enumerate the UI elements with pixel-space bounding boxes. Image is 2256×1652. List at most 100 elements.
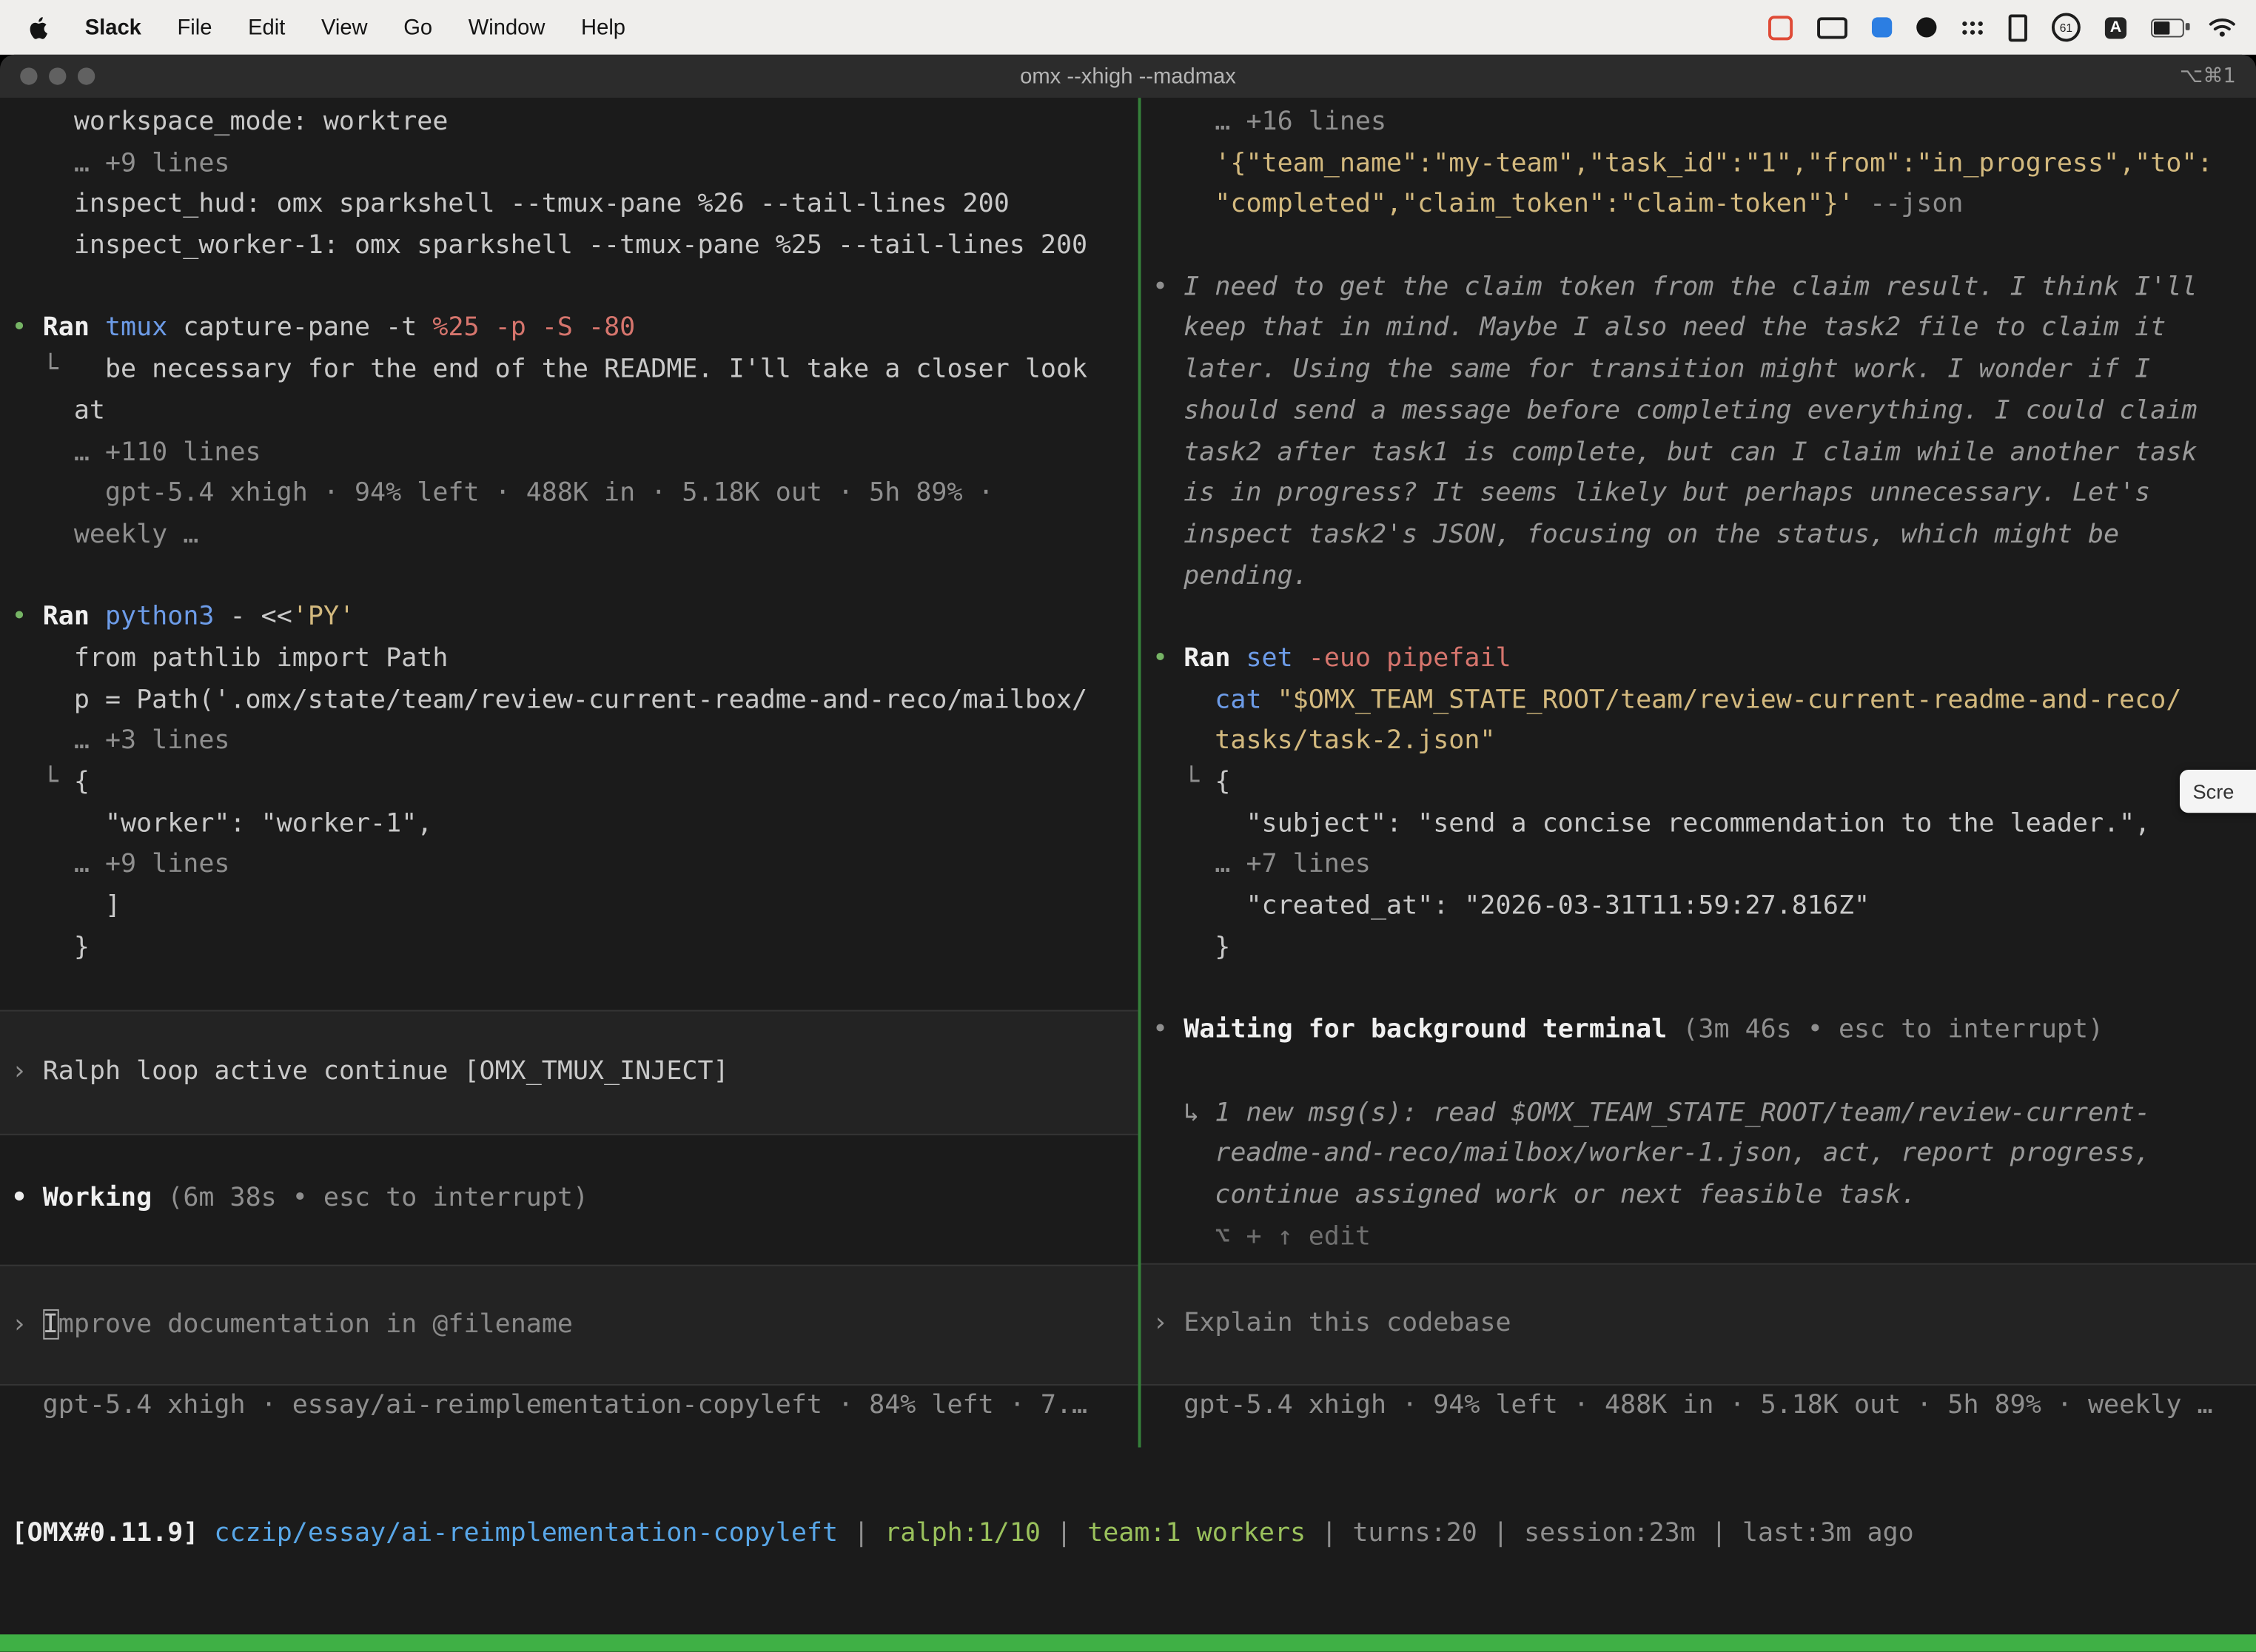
screen: Slack File Edit View Go Window Help 61 A (0, 0, 2256, 1652)
terminal-line: at (0, 391, 1138, 432)
terminal-line: • Working (6m 38s • esc to interrupt) (0, 1178, 1138, 1220)
terminal-line: "created_at": "2026-03-31T11:59:27.816Z" (1141, 887, 2256, 928)
terminal-line: tasks/task-2.json" (1141, 721, 2256, 762)
terminal-line: "completed","claim_token":"claim-token"}… (1141, 185, 2256, 226)
menu-view[interactable]: View (321, 15, 368, 39)
terminal-line: ] (0, 887, 1138, 928)
terminal-line: should send a message before completing … (1141, 391, 2256, 432)
terminal-line: • I need to get the claim token from the… (1141, 267, 2256, 309)
terminal-window: omx --xhigh --madmax ⌥⌘1 workspace_mode:… (0, 55, 2256, 1652)
tmux-session-label: [omx-cczip0:bash* (12, 1651, 262, 1652)
dots-grid-icon[interactable] (1961, 19, 1984, 35)
app-icon-dark[interactable] (1916, 17, 1936, 37)
terminal-line: ↳ 1 new msg(s): read $OMX_TEAM_STATE_ROO… (1141, 1092, 2256, 1134)
working-status-row: • Working (6m 38s • esc to interrupt) (0, 1178, 1138, 1220)
window-title: omx --xhigh --madmax (0, 64, 2256, 89)
apple-menu-icon[interactable] (29, 15, 49, 39)
terminal-line: weekly … (0, 515, 1138, 557)
terminal-line: '{"team_name":"my-team","task_id":"1","f… (1141, 144, 2256, 185)
terminal-line: p = Path('.omx/state/team/review-current… (0, 680, 1138, 722)
terminal-line: from pathlib import Path (0, 639, 1138, 680)
terminal-line (1141, 226, 2256, 267)
terminal-line (0, 556, 1138, 597)
device-icon[interactable] (2009, 13, 2027, 41)
terminal-line (1141, 969, 2256, 1010)
terminal-line: inspect_hud: omx sparkshell --tmux-pane … (0, 185, 1138, 226)
tmux-pane-left[interactable]: workspace_mode: worktree … +9 lines insp… (0, 98, 1138, 1447)
terminal-line: gpt-5.4 xhigh · 94% left · 488K in · 5.1… (1141, 1386, 2256, 1427)
terminal-line: cat "$OMX_TEAM_STATE_ROOT/team/review-cu… (1141, 680, 2256, 722)
left-pane-footer: gpt-5.4 xhigh · essay/ai-reimplementatio… (0, 1386, 1138, 1427)
terminal-content: workspace_mode: worktree … +9 lines insp… (0, 98, 2256, 1651)
terminal-line: later. Using the same for transition mig… (1141, 350, 2256, 392)
terminal-line: gpt-5.4 xhigh · 94% left · 488K in · 5.1… (0, 474, 1138, 515)
terminal-line: └ { (1141, 762, 2256, 804)
window-shortcut-badge: ⌥⌘1 (2180, 64, 2236, 87)
terminal-line: inspect_worker-1: omx sparkshell --tmux-… (0, 226, 1138, 267)
menu-file[interactable]: File (177, 15, 212, 39)
terminal-line: continue assigned work or next feasible … (1141, 1175, 2256, 1217)
battery-percentage: 61 (2060, 21, 2072, 33)
terminal-line: ⌥ + ↑ edit (1141, 1217, 2256, 1258)
terminal-line: • Waiting for background terminal (3m 46… (1141, 1010, 2256, 1052)
terminal-line: "worker": "worker-1", (0, 804, 1138, 845)
terminal-line: … +9 lines (0, 144, 1138, 185)
omx-status-line: [OMX#0.11.9] cczip/essay/ai-reimplementa… (0, 1514, 2256, 1555)
keyboard-icon[interactable] (1817, 16, 1847, 38)
menu-bar: Slack File Edit View Go Window Help 61 A (0, 0, 2256, 55)
terminal-line: readme-and-reco/mailbox/worker-1.json, a… (1141, 1134, 2256, 1175)
terminal-line: › Improve documentation in @filename (0, 1304, 1138, 1346)
terminal-line: gpt-5.4 xhigh · essay/ai-reimplementatio… (0, 1386, 1138, 1427)
screen-recording-icon[interactable] (1768, 15, 1793, 39)
tmux-pane-right[interactable]: … +16 lines '{"team_name":"my-team","tas… (1141, 98, 2256, 1447)
terminal-line: } (0, 927, 1138, 969)
left-pane-scrollback: workspace_mode: worktree … +9 lines insp… (0, 102, 1138, 1010)
terminal-line: └ { (0, 762, 1138, 804)
terminal-line: is in progress? It seems likely but perh… (1141, 474, 2256, 515)
menu-window[interactable]: Window (469, 15, 545, 39)
terminal-line: … +7 lines (1141, 845, 2256, 887)
terminal-line: keep that in mind. Maybe I also need the… (1141, 309, 2256, 350)
terminal-line: … +3 lines (0, 721, 1138, 762)
terminal-line (0, 969, 1138, 1010)
tmux-status-bar: [omx-cczip0:bash* "MacBook-Pro-44.local"… (0, 1634, 2256, 1651)
menu-status-area: 61 A (1768, 13, 2256, 41)
screenshot-notification[interactable]: Scre (2180, 770, 2256, 813)
input-source-icon[interactable]: A (2105, 16, 2126, 38)
menu-left: Slack File Edit View Go Window Help (0, 15, 625, 39)
tmux-host-clock: "MacBook-Pro-44.local" 05:03 31-Mar-26 (1685, 1651, 2244, 1652)
terminal-line (1141, 1052, 2256, 1093)
terminal-line: … +16 lines (1141, 102, 2256, 144)
app-menu-slack[interactable]: Slack (85, 15, 141, 39)
ralph-loop-row: › Ralph loop active continue [OMX_TMUX_I… (0, 1010, 1138, 1135)
battery-icon[interactable] (2151, 18, 2184, 36)
terminal-line: inspect task2's JSON, focusing on the st… (1141, 515, 2256, 557)
terminal-line: task2 after task1 is complete, but can I… (1141, 432, 2256, 474)
terminal-line: › Explain this codebase (1141, 1304, 2256, 1346)
menu-edit[interactable]: Edit (248, 15, 285, 39)
terminal-line: pending. (1141, 556, 2256, 597)
terminal-line: • Ran python3 - <<'PY' (0, 597, 1138, 639)
terminal-line: … +9 lines (0, 845, 1138, 887)
terminal-line: [OMX#0.11.9] cczip/essay/ai-reimplementa… (0, 1514, 2256, 1555)
window-titlebar[interactable]: omx --xhigh --madmax ⌥⌘1 (0, 55, 2256, 99)
terminal-line: } (1141, 927, 2256, 969)
terminal-line: › Ralph loop active continue [OMX_TMUX_I… (0, 1052, 1138, 1093)
terminal-line: • Ran set -euo pipefail (1141, 639, 2256, 680)
terminal-line: workspace_mode: worktree (0, 102, 1138, 144)
left-composer-input[interactable]: › Improve documentation in @filename (0, 1264, 1138, 1386)
right-pane-scrollback: … +16 lines '{"team_name":"my-team","tas… (1141, 102, 2256, 1258)
terminal-line (0, 267, 1138, 309)
right-pane-footer: gpt-5.4 xhigh · 94% left · 488K in · 5.1… (1141, 1386, 2256, 1427)
wifi-icon[interactable] (2209, 17, 2236, 37)
menu-go[interactable]: Go (403, 15, 432, 39)
right-composer-input[interactable]: › Explain this codebase (1141, 1263, 2256, 1386)
battery-gauge-icon[interactable]: 61 (2052, 13, 2081, 41)
terminal-line: "subject": "send a concise recommendatio… (1141, 804, 2256, 845)
menu-help[interactable]: Help (581, 15, 625, 39)
terminal-line: └ be necessary for the end of the README… (0, 350, 1138, 392)
terminal-line: … +110 lines (0, 432, 1138, 474)
terminal-line (1141, 597, 2256, 639)
terminal-line: • Ran tmux capture-pane -t %25 -p -S -80 (0, 309, 1138, 350)
app-icon-blue[interactable] (1872, 17, 1892, 37)
